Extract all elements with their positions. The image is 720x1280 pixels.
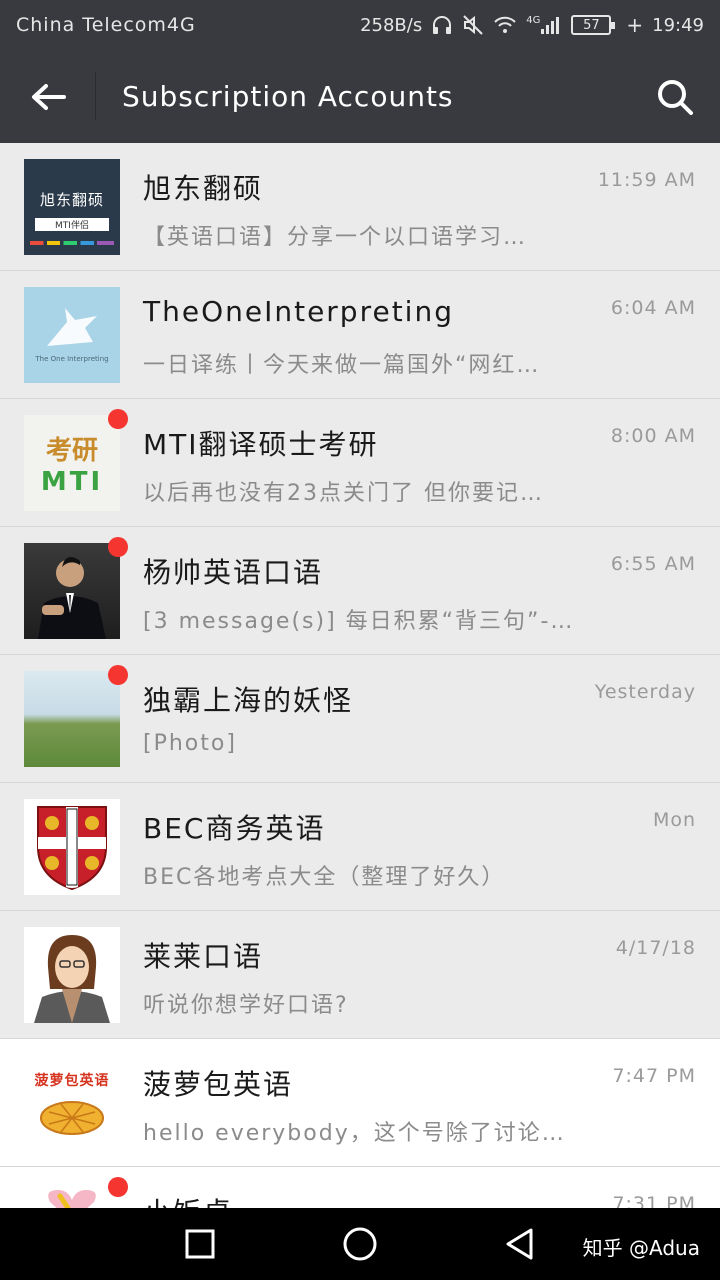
- account-name: MTI翻译硕士考研: [143, 428, 379, 461]
- list-item[interactable]: 杨帅英语口语 6:55 AM [3 message(s)] 每日积累“背三句”-…: [0, 527, 720, 655]
- account-name: 菠萝包英语: [143, 1068, 294, 1101]
- avatar: [24, 799, 120, 895]
- list-item[interactable]: 菠萝包英语 菠萝包英语 7:47 PM hello everybody，这个号除…: [0, 1039, 720, 1167]
- message-preview: 【英语口语】分享一个以口语学习…: [143, 225, 528, 250]
- message-time: 6:55 AM: [610, 553, 696, 575]
- account-name: 杨帅英语口语: [143, 556, 324, 589]
- message-preview: hello everybody，这个号除了讨论…: [143, 1121, 566, 1146]
- network-speed: 258B/s: [360, 14, 423, 36]
- list-item[interactable]: BEC商务英语 Mon BEC各地考点大全（整理了好久）: [0, 783, 720, 911]
- charging-icon: +: [626, 13, 644, 37]
- message-time: 7:31 PM: [612, 1193, 696, 1208]
- list-item[interactable]: 小饭桌 7:31 PM: [0, 1167, 720, 1208]
- unread-badge: [108, 409, 128, 429]
- square-icon: [185, 1229, 215, 1259]
- network-type: 4G: [526, 15, 541, 26]
- mute-icon: [462, 14, 484, 36]
- page-title: Subscription Accounts: [122, 80, 454, 113]
- list-item[interactable]: The One Interpreting TheOneInterpreting …: [0, 271, 720, 399]
- list-item[interactable]: 独霸上海的妖怪 Yesterday [Photo]: [0, 655, 720, 783]
- avatar: 旭东翻硕 MTI伴侣: [24, 159, 120, 255]
- recent-apps-button[interactable]: [180, 1224, 220, 1264]
- signal-icon: 4G: [526, 15, 562, 35]
- heart-logo: [48, 1190, 96, 1208]
- account-name: 小饭桌: [143, 1191, 233, 1208]
- battery-icon: 57: [571, 15, 616, 35]
- subscription-list: 旭东翻硕 MTI伴侣 旭东翻硕 11:59 AM 【英语口语】分享一个以口语学习…: [0, 143, 720, 1208]
- app-bar: Subscription Accounts: [0, 50, 720, 143]
- message-preview: [3 message(s)] 每日积累“背三句”-…: [143, 609, 575, 634]
- battery-level: 57: [583, 17, 600, 33]
- pineapple-bun-icon: [40, 1101, 104, 1135]
- navigation-bar: 知乎 @Adua: [0, 1208, 720, 1280]
- headset-icon: [431, 14, 453, 36]
- avatar: The One Interpreting: [24, 287, 120, 383]
- unread-badge: [108, 1177, 128, 1197]
- account-name: BEC商务英语: [143, 812, 326, 845]
- avatar: [24, 543, 120, 639]
- message-preview: [Photo]: [143, 731, 237, 756]
- avatar-caption: The One Interpreting: [35, 355, 109, 363]
- search-icon: [658, 79, 693, 115]
- message-time: Mon: [652, 809, 696, 831]
- person-photo: [38, 557, 106, 639]
- search-button[interactable]: [630, 50, 720, 143]
- circle-icon: [343, 1227, 377, 1261]
- wifi-icon: [493, 15, 517, 35]
- back-button[interactable]: [0, 50, 96, 143]
- avatar-label: 旭东翻硕: [39, 191, 104, 209]
- arrow-left-icon: [32, 83, 66, 110]
- carrier-label: China Telecom4G: [16, 14, 196, 36]
- message-preview: 一日译练丨今天来做一篇国外“网红…: [143, 353, 541, 378]
- message-time: 4/17/18: [615, 937, 696, 959]
- account-name: 旭东翻硕: [143, 172, 264, 205]
- message-time: 11:59 AM: [597, 169, 696, 191]
- avatar: 菠萝包英语: [24, 1055, 120, 1151]
- avatar-sublabel: MTI: [40, 466, 104, 497]
- avatar: [24, 927, 120, 1023]
- clock: 19:49: [652, 14, 704, 36]
- cartoon-person: [34, 935, 110, 1023]
- message-time: Yesterday: [594, 681, 696, 703]
- back-nav-button[interactable]: [500, 1224, 540, 1264]
- triangle-back-icon: [506, 1228, 533, 1260]
- avatar: [24, 1183, 120, 1208]
- list-item[interactable]: 旭东翻硕 MTI伴侣 旭东翻硕 11:59 AM 【英语口语】分享一个以口语学习…: [0, 143, 720, 271]
- home-button[interactable]: [340, 1224, 380, 1264]
- message-preview: BEC各地考点大全（整理了好久）: [143, 865, 506, 890]
- list-item[interactable]: 莱莱口语 4/17/18 听说你想学好口语?: [0, 911, 720, 1039]
- avatar-label: 菠萝包英语: [34, 1073, 110, 1089]
- list-item[interactable]: 考研 MTI MTI翻译硕士考研 8:00 AM 以后再也没有23点关门了 但你…: [0, 399, 720, 527]
- avatar-sublabel: MTI伴侣: [35, 218, 109, 231]
- avatar: 考研 MTI: [24, 415, 120, 511]
- message-time: 8:00 AM: [610, 425, 696, 447]
- watermark: 知乎 @Adua: [582, 1236, 700, 1260]
- unread-badge: [108, 537, 128, 557]
- message-time: 6:04 AM: [610, 297, 696, 319]
- message-preview: 听说你想学好口语?: [143, 993, 349, 1018]
- account-name: 莱莱口语: [143, 940, 264, 973]
- avatar: [24, 671, 120, 767]
- message-preview: 以后再也没有23点关门了 但你要记…: [143, 481, 544, 506]
- crest-logo: [37, 806, 107, 891]
- unread-badge: [108, 665, 128, 685]
- status-indicators: 258B/s 4G 57 + 19:49: [360, 13, 704, 37]
- avatar-label: 考研: [45, 435, 98, 466]
- status-bar: China Telecom4G 258B/s 4G 57 + 19:49: [0, 0, 720, 50]
- account-name: TheOneInterpreting: [143, 295, 454, 328]
- account-name: 独霸上海的妖怪: [143, 684, 354, 717]
- message-time: 7:47 PM: [612, 1065, 696, 1087]
- unicorn-logo: [47, 308, 97, 346]
